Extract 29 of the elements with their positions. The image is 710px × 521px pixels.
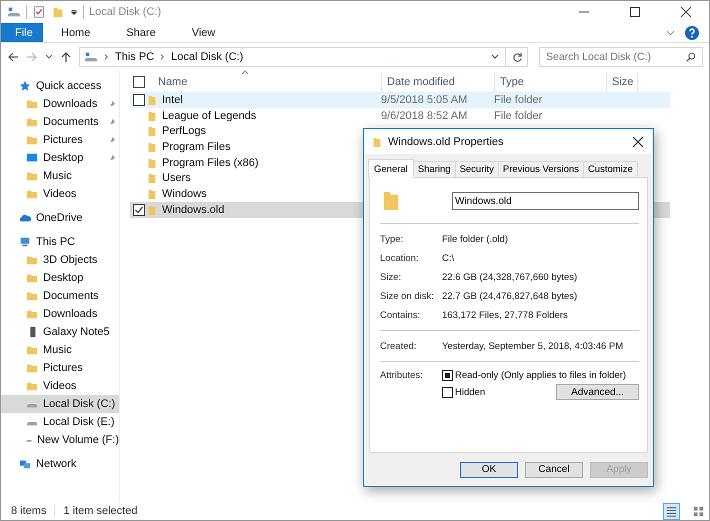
property-value: Yesterday, September 5, 2018, 4:03:46 PM [442,341,624,352]
dialog-title: Windows.old Properties [388,136,504,148]
property-value: 22.7 GB (24,476,827,648 bytes) [442,291,578,302]
property-value: 22.6 GB (24,328,767,660 bytes) [442,272,578,283]
property-label: Contains: [380,310,422,321]
selection-count: 1 item selected [63,505,138,517]
property-value: 163,172 Files, 27,778 Folders [442,310,568,321]
property-label: Size on disk: [380,291,435,302]
date-cell-text: 9/5/2018 5:05 AM [380,94,468,106]
date-cell-text: 9/6/2018 8:52 AM [380,110,468,122]
property-value: File folder (.old) [442,234,508,245]
file-name: Intel [161,94,184,106]
file-name: League of Legends [161,110,258,122]
item-count: 8 items [11,505,46,517]
type-cell-text: File folder [493,94,542,106]
type-cell-text: File folder [493,110,542,122]
property-value: C:\ [442,253,454,264]
property-label: Type: [380,234,404,245]
file-name: Users [161,172,192,184]
property-label: Created: [380,341,418,352]
property-label: Attributes: [380,370,424,381]
file-name: Windows [161,188,208,200]
file-name: Program Files (x86) [161,156,260,169]
window-title: Local Disk (C:) [89,6,162,18]
property-label: Location: [380,253,420,264]
file-name: Windows.old [161,204,226,216]
file-name: PerfLogs [161,125,208,138]
property-label: Size: [380,272,402,283]
file-name: Program Files [161,140,232,153]
